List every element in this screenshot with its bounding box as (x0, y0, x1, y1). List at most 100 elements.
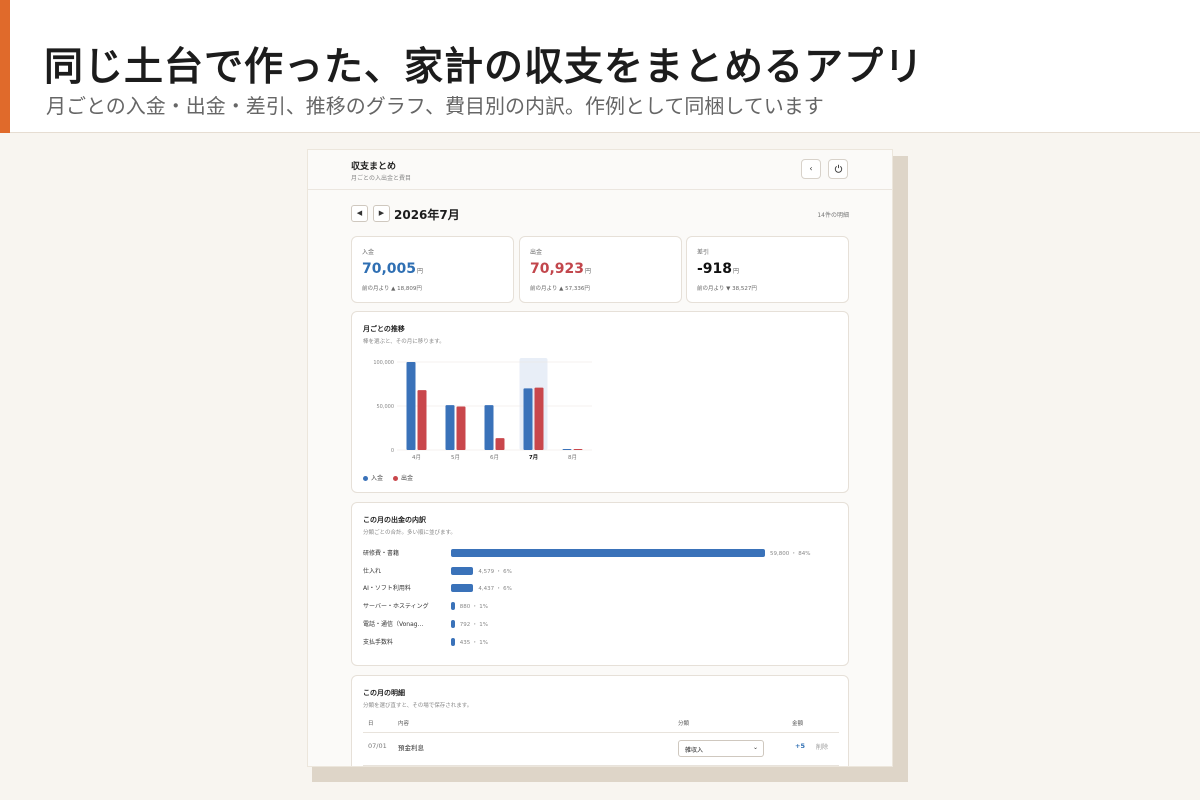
detail-card: この月の明細 分類を選び直すと、その場で保存されます。 日 内容 分類 金額 0… (351, 675, 849, 766)
income-bar (523, 388, 533, 450)
breakdown-amount: 880 ・ 1% (459, 604, 488, 611)
breakdown-row: AI・ソフト利用料 4,437 ・ 6% (363, 583, 843, 593)
row-amount: +5 (795, 742, 805, 750)
breakdown-row: サーバー・ホスティング 880 ・ 1% (363, 601, 843, 611)
y-tick-label: 50,000 (377, 404, 395, 410)
breakdown-bar (451, 619, 455, 628)
expense-breakdown-card: この月の出金の内訳 分類ごとの合計。多い順に並びます。 研修費・書籍 59,800… (351, 502, 849, 666)
y-tick-label: 0 (391, 448, 394, 454)
x-tick-label: 4月 (412, 454, 421, 461)
breakdown-category-label: 仕入れ (363, 567, 382, 575)
expense-value: 70,923円 (530, 261, 591, 277)
column-header-day: 日 (368, 721, 374, 727)
row-date: 07/01 (368, 742, 387, 750)
expense-unit: 円 (585, 268, 592, 275)
income-bar (445, 405, 455, 450)
expense-compare: 前の月より ▲ 57,336円 (530, 286, 590, 292)
breakdown-amount: 4,579 ・ 6% (478, 568, 512, 575)
table-divider (363, 732, 839, 733)
legend-income-label: 入金 (371, 475, 384, 482)
income-card: 入金 70,005円 前の月より ▲ 18,809円 (351, 236, 514, 303)
trend-subtitle: 棒を選ぶと、その月に移ります。 (363, 339, 445, 345)
row-content: 預金利息 (398, 744, 424, 752)
legend-income-swatch (363, 476, 368, 481)
logout-button[interactable] (828, 159, 848, 179)
app-header: 収支まとめ 月ごとの入出金と費目 ‹ (308, 150, 892, 190)
back-button[interactable]: ‹ (801, 159, 821, 179)
table-row-divider (363, 765, 839, 766)
trend-title: 月ごとの推移 (363, 325, 405, 333)
balance-card: 差引 -918円 前の月より ▼ 38,527円 (686, 236, 849, 303)
column-header-amount: 金額 (792, 721, 804, 727)
chevron-down-icon: ⌄ (752, 744, 758, 751)
breakdown-amount: 59,800 ・ 84% (770, 551, 811, 557)
breakdown-bar (451, 566, 474, 575)
breakdown-amount: 435 ・ 1% (459, 639, 488, 646)
income-amount: 70,005 (362, 261, 417, 277)
detail-title: この月の明細 (363, 689, 405, 697)
banner-accent-bar (0, 0, 10, 133)
app-subtitle: 月ごとの入出金と費目 (351, 175, 411, 182)
breakdown-row: 研修費・書籍 59,800 ・ 84% (363, 548, 843, 558)
y-tick-label: 100,000 (373, 360, 394, 366)
breakdown-row: 支払手数料 435 ・ 1% (363, 637, 843, 647)
detail-subtitle: 分類を選び直すと、その場で保存されます。 (363, 703, 473, 709)
chevron-left-icon: ‹ (809, 164, 813, 173)
next-month-button[interactable]: ▶ (373, 205, 390, 222)
chart-legend: 入金 出金 (363, 473, 421, 482)
breakdown-bar (451, 602, 455, 611)
prev-month-button[interactable]: ◀ (351, 205, 368, 222)
app-title: 収支まとめ (351, 162, 397, 172)
expense-bar (534, 387, 544, 450)
income-bar (562, 449, 572, 450)
breakdown-category-label: 電話・通信（Vonag… (363, 620, 424, 628)
breakdown-bar (451, 637, 455, 646)
income-unit: 円 (417, 268, 424, 275)
expense-bar (456, 406, 466, 450)
balance-amount: -918 (697, 261, 733, 277)
breakdown-category-label: サーバー・ホスティング (363, 603, 429, 611)
balance-value: -918円 (697, 261, 739, 277)
power-icon (834, 164, 842, 173)
category-select[interactable]: 雑収入 ⌄ (678, 740, 764, 757)
expense-label: 出金 (530, 249, 543, 256)
current-month: 2026年7月 (394, 208, 460, 222)
entry-count: 14件の明細 (817, 212, 849, 219)
breakdown-amount: 4,437 ・ 6% (478, 586, 512, 593)
income-value: 70,005円 (362, 261, 423, 277)
page-banner: 同じ土台で作った、家計の収支をまとめるアプリ 月ごとの入金・出金・差引、推移のグ… (0, 0, 1200, 133)
expense-bar (573, 449, 583, 450)
breakdown-category-label: AI・ソフト利用料 (363, 585, 411, 593)
expense-bar (495, 438, 505, 450)
category-select-value: 雑収入 (685, 747, 704, 754)
x-tick-label: 5月 (451, 454, 460, 461)
breakdown-title: この月の出金の内訳 (363, 516, 426, 524)
breakdown-bar (451, 549, 765, 557)
breakdown-bar (451, 584, 474, 593)
banner-headline: 同じ土台で作った、家計の収支をまとめるアプリ (44, 45, 925, 90)
banner-subline: 月ごとの入金・出金・差引、推移のグラフ、費目別の内訳。作例として同梱しています (46, 94, 824, 118)
breakdown-subtitle: 分類ごとの合計。多い順に並びます。 (363, 530, 456, 536)
income-compare: 前の月より ▲ 18,809円 (362, 286, 422, 292)
column-header-content: 内容 (398, 721, 410, 727)
legend-income: 入金 (363, 475, 383, 482)
legend-expense-label: 出金 (400, 475, 413, 482)
breakdown-row: 電話・通信（Vonag… 792 ・ 1% (363, 619, 843, 629)
breakdown-category-label: 研修費・書籍 (363, 550, 400, 557)
balance-compare: 前の月より ▼ 38,527円 (697, 286, 757, 292)
breakdown-category-label: 支払手数料 (363, 638, 394, 646)
app-window: 収支まとめ 月ごとの入出金と費目 ‹ ◀ ▶ 2026年7月 14件の明細 入金… (308, 150, 892, 766)
income-bar (406, 362, 416, 450)
delete-button[interactable]: 削除 (816, 742, 828, 751)
trend-chart-card: 0 50,000 100,000 4月 5月 6月 7月 8月 月ごとの推移 棒を選ぶと、その… (351, 311, 849, 493)
breakdown-amount: 792 ・ 1% (459, 621, 488, 628)
income-label: 入金 (362, 249, 375, 256)
column-header-category: 分類 (678, 721, 690, 727)
x-tick-label: 6月 (490, 454, 499, 461)
x-tick-label: 7月 (529, 453, 538, 461)
expense-amount: 70,923 (530, 261, 585, 277)
legend-expense: 出金 (392, 475, 413, 482)
income-bar (484, 405, 494, 450)
legend-expense-swatch (392, 476, 398, 481)
breakdown-row: 仕入れ 4,579 ・ 6% (363, 566, 843, 576)
